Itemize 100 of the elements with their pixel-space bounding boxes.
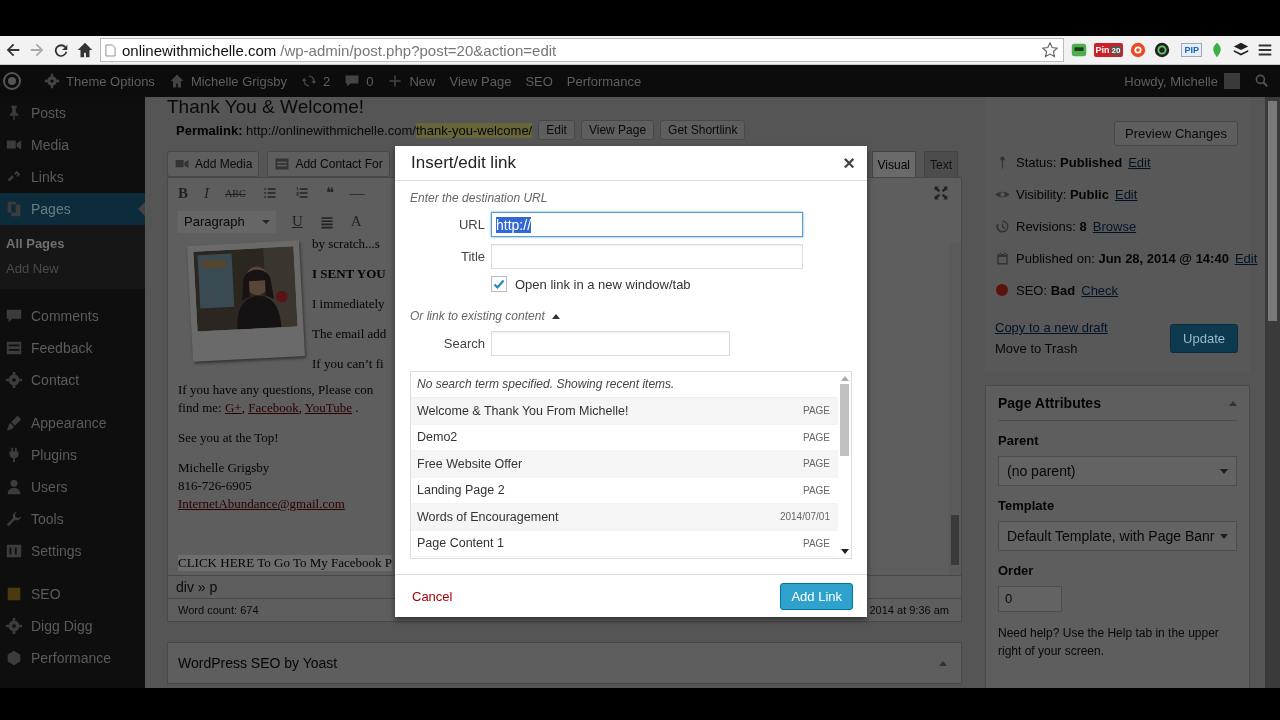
result-item[interactable]: Page Content 1 PAGE: [411, 530, 838, 557]
permalink: Permalink: http://onlinewithmichelle.com/thank-you-welcome/: [176, 122, 533, 138]
update-button[interactable]: Update: [1170, 323, 1238, 353]
result-item[interactable]: Free Website Offer PAGE: [411, 451, 838, 478]
sidebar-item[interactable]: Comments: [0, 300, 145, 332]
sidebar-item[interactable]: Links: [0, 161, 145, 193]
format-select[interactable]: Paragraph: [178, 210, 276, 233]
sidebar-item[interactable]: Tools: [0, 503, 145, 535]
publish-detail: Revisions: 8: [1016, 218, 1087, 234]
text-link[interactable]: Facebook: [248, 400, 299, 415]
checkbox-label[interactable]: Open link in a new window/tab: [515, 276, 691, 292]
toolbar-button[interactable]: U: [292, 213, 303, 230]
parent-select[interactable]: (no parent): [998, 456, 1237, 486]
field-label: URL: [458, 217, 485, 232]
admin-bar-item[interactable]: 0: [344, 73, 374, 89]
editor-tab[interactable]: Text: [924, 151, 958, 177]
sidebar-item[interactable]: Pages: [0, 193, 145, 225]
pip-extension[interactable]: PIP: [1181, 43, 1202, 57]
media-button[interactable]: Add Media: [167, 151, 260, 177]
sidebar-item[interactable]: Appearance: [0, 407, 145, 439]
sidebar-item[interactable]: Feedback: [0, 332, 145, 364]
gear-icon: [44, 73, 60, 89]
wrench-icon: [5, 510, 23, 528]
forward-icon[interactable]: [28, 41, 46, 59]
admin-bar-item[interactable]: SEO: [525, 73, 553, 89]
toolbar-button[interactable]: A: [350, 213, 362, 230]
star-icon[interactable]: [1040, 41, 1059, 59]
template-select[interactable]: Default Template, with Page Banr: [998, 521, 1237, 551]
page-scrollbar[interactable]: [1265, 97, 1280, 688]
detail-link[interactable]: Edit: [1114, 186, 1138, 202]
editor-scrollbar[interactable]: [949, 243, 961, 575]
toolbar-button[interactable]: —: [349, 184, 365, 202]
admin-bar-item[interactable]: Performance: [566, 73, 642, 89]
permalink-button[interactable]: View Page: [580, 120, 655, 140]
admin-bar-item[interactable]: View Page: [449, 73, 512, 89]
existing-content-toggle[interactable]: Or link to existing content: [410, 309, 545, 323]
sidebar-item[interactable]: Settings: [0, 535, 145, 567]
result-item[interactable]: Welcome & Thank You From Michelle! PAGE: [411, 398, 838, 425]
trash-link[interactable]: Move to Trash: [995, 341, 1108, 356]
title-field[interactable]: [491, 244, 803, 269]
sidebar-item[interactable]: Plugins: [0, 439, 145, 471]
submenu-item[interactable]: All Pages: [0, 231, 145, 256]
checkbox[interactable]: [491, 276, 507, 292]
publish-detail: SEO: Bad: [1016, 282, 1076, 298]
sidebar-item[interactable]: Users: [0, 471, 145, 503]
reload-icon[interactable]: [52, 41, 70, 59]
collapse-arrow-icon[interactable]: [939, 660, 947, 666]
body-text: I SENT YOU: [312, 265, 387, 283]
sidebar-item[interactable]: Digg Digg: [0, 610, 145, 642]
ring-icon[interactable]: [1153, 41, 1172, 59]
numbered-list-icon[interactable]: [293, 185, 310, 201]
text-link[interactable]: InternetAbundance@gmail.com: [178, 496, 345, 511]
permalink-button[interactable]: Edit: [538, 120, 575, 140]
preview-button[interactable]: Preview Changes: [1114, 121, 1238, 146]
body-text: .: [354, 400, 359, 415]
text-link[interactable]: YouTube: [304, 400, 353, 415]
search-icon[interactable]: [1254, 73, 1270, 89]
stumble-icon[interactable]: [1129, 41, 1148, 59]
sidebar-item[interactable]: SEO: [0, 578, 145, 610]
home-icon[interactable]: [76, 41, 94, 59]
fullscreen-icon[interactable]: [933, 185, 949, 201]
toggle-arrow-icon[interactable]: [551, 313, 560, 319]
toolbar-button[interactable]: ❝: [325, 184, 334, 202]
sidebar-item[interactable]: Media: [0, 129, 145, 161]
address-bar[interactable]: onlinewithmichelle.com /wp-admin/post.php?post=20&action=edit: [100, 38, 1064, 62]
sidebar-item[interactable]: Performance: [0, 642, 145, 674]
admin-bar-item[interactable]: 2: [300, 73, 331, 89]
close-button[interactable]: ×: [839, 151, 859, 175]
user-greeting[interactable]: Howdy, Michelle: [1124, 73, 1218, 89]
toolbar-button[interactable]: B: [178, 184, 188, 202]
sidebar-item[interactable]: Contact: [0, 364, 145, 396]
detail-link[interactable]: Edit: [1128, 154, 1151, 170]
search-field[interactable]: [491, 331, 730, 356]
sidebar-item[interactable]: Posts: [0, 97, 145, 129]
media-button[interactable]: Add Contact For: [267, 151, 390, 177]
toolbar-button[interactable]: ABC: [225, 187, 246, 199]
admin-bar-item[interactable]: Theme Options: [44, 73, 155, 89]
url-field[interactable]: http://: [491, 212, 803, 237]
editor-tab[interactable]: Visual: [871, 151, 916, 177]
add-link-button[interactable]: Add Link: [780, 582, 853, 610]
result-item[interactable]: Words of Encouragement 2014/07/01: [411, 504, 838, 531]
pinterest-extension[interactable]: Pin 20: [1093, 43, 1124, 57]
sliders-icon: [5, 542, 23, 560]
toolbar-button[interactable]: I: [204, 184, 209, 202]
logo-icon[interactable]: [2, 71, 22, 91]
permalink-button[interactable]: Get Shortlink: [660, 120, 746, 140]
bulleted-list-icon[interactable]: [261, 185, 278, 201]
detail-link[interactable]: Browse: [1092, 218, 1137, 234]
admin-bar-item[interactable]: Michelle Grigsby: [168, 73, 287, 89]
body-text: by scratch...s: [312, 235, 381, 253]
back-icon[interactable]: [4, 41, 22, 59]
collapse-arrow-icon[interactable]: [1229, 400, 1237, 406]
plus-icon: [387, 73, 404, 89]
copy-draft-link[interactable]: Copy to a new draft: [995, 320, 1108, 335]
detail-link[interactable]: Check: [1081, 282, 1119, 298]
admin-bar-item[interactable]: New: [387, 73, 436, 89]
text-link[interactable]: G+: [224, 400, 242, 415]
detail-link[interactable]: Edit: [1234, 250, 1258, 266]
field-label: Title: [459, 249, 485, 264]
order-field[interactable]: 0: [998, 586, 1062, 612]
